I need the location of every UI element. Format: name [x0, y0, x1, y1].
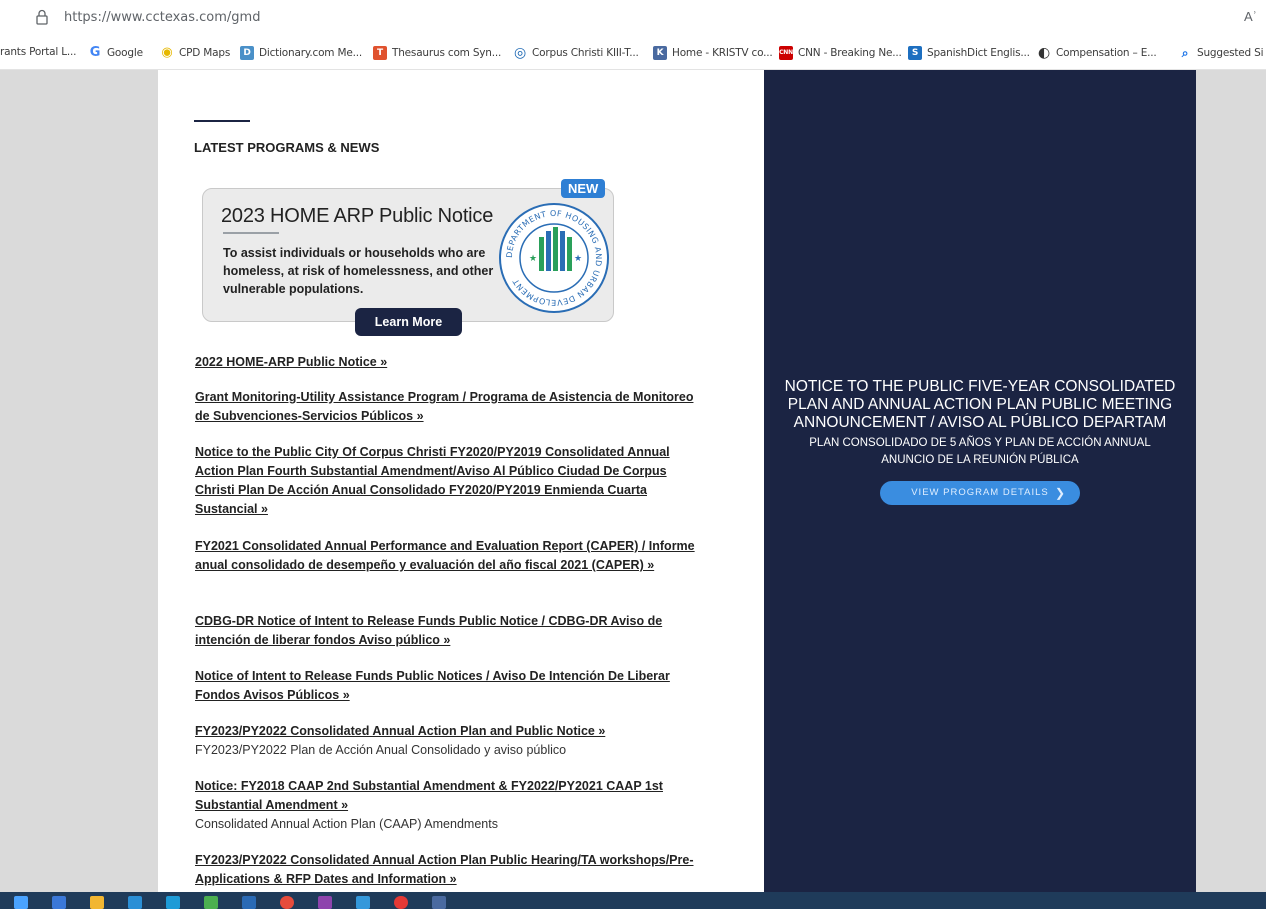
bookmarks-bar: rants Portal L... G Google ◉ CPD Maps D …	[0, 36, 1266, 70]
taskbar	[0, 892, 1266, 909]
card-description: To assist individuals or households who …	[223, 246, 494, 296]
new-badge: NEW	[561, 179, 606, 198]
news-item: FY2023/PY2022 Consolidated Annual Action…	[195, 722, 695, 760]
taskbar-app-icon[interactable]	[432, 896, 446, 909]
news-item: Grant Monitoring-Utility Assistance Prog…	[195, 388, 695, 426]
taskbar-app-icon[interactable]	[394, 896, 408, 909]
news-link[interactable]: FY2023/PY2022 Consolidated Annual Action…	[195, 853, 694, 886]
map-icon: ◉	[161, 45, 173, 60]
bookmark-kristv[interactable]: K Home - KRISTV co...	[653, 46, 773, 60]
news-link[interactable]: FY2021 Consolidated Annual Performance a…	[195, 539, 695, 572]
section-title: LATEST PROGRAMS & NEWS	[194, 140, 380, 155]
bookmark-label: Google	[107, 47, 143, 59]
kiii-icon: ◎	[513, 45, 527, 61]
news-item: Notice to the Public City Of Corpus Chri…	[195, 443, 695, 519]
learn-more-button[interactable]: Learn More	[355, 308, 462, 336]
bookmark-google[interactable]: G Google	[88, 46, 143, 60]
bookmark-label: Thesaurus com Syn...	[392, 47, 502, 59]
address-bar[interactable]: https://www.cctexas.com/gmd Aʾ	[0, 0, 1266, 36]
thesaurus-icon: T	[373, 46, 387, 60]
bookmark-grants-portal[interactable]: rants Portal L...	[0, 46, 77, 58]
bookmark-thesaurus[interactable]: T Thesaurus com Syn...	[373, 46, 501, 60]
news-link[interactable]: FY2023/PY2022 Consolidated Annual Action…	[195, 724, 605, 738]
taskbar-app-icon[interactable]	[128, 896, 142, 909]
search-icon: ⌕	[1181, 46, 1189, 60]
taskbar-app-icon[interactable]	[356, 896, 370, 909]
news-subtitle: Consolidated Annual Action Plan (CAAP) A…	[195, 817, 498, 831]
featured-subline: PLAN CONSOLIDADO DE 5 AÑOS Y PLAN DE ACC…	[809, 437, 1151, 466]
taskbar-app-icon[interactable]	[242, 896, 256, 909]
bookmark-label: Compensation – E...	[1056, 47, 1157, 59]
svg-text:★: ★	[574, 253, 582, 263]
chrome-icon[interactable]	[280, 896, 294, 909]
bookmark-label: Suggested Si	[1197, 47, 1264, 59]
bookmark-suggested-sites[interactable]: ⌕ Suggested Si	[1178, 46, 1264, 60]
bookmark-label: rants Portal L...	[0, 46, 77, 58]
news-item: 2022 HOME-ARP Public Notice »	[195, 353, 695, 372]
svg-text:★: ★	[529, 253, 537, 263]
taskbar-app-icon[interactable]	[166, 896, 180, 909]
bookmark-label: CNN - Breaking Ne...	[798, 47, 902, 59]
card-title: 2023 HOME ARP Public Notice	[221, 205, 494, 227]
news-link[interactable]: 2022 HOME-ARP Public Notice »	[195, 355, 387, 369]
taskbar-app-icon[interactable]	[204, 896, 218, 909]
featured-headline: NOTICE TO THE PUBLIC FIVE-YEAR CONSOLIDA…	[784, 378, 1176, 431]
reader-mode-icon[interactable]: Aʾ	[1244, 9, 1257, 24]
chevron-right-icon: ❯	[1054, 486, 1066, 500]
taskbar-app-icon[interactable]	[318, 896, 332, 909]
news-item: FY2023/PY2022 Consolidated Annual Action…	[195, 851, 695, 889]
cnn-icon: CNN	[779, 46, 793, 60]
view-program-details-button[interactable]: VIEW PROGRAM DETAILS ❯	[880, 481, 1080, 505]
section-divider	[194, 120, 250, 122]
news-item: Notice: FY2018 CAAP 2nd Substantial Amen…	[195, 777, 695, 834]
start-icon[interactable]	[14, 896, 28, 909]
taskbar-app-icon[interactable]	[52, 896, 66, 909]
folder-icon[interactable]	[90, 896, 104, 909]
featured-program-panel: NOTICE TO THE PUBLIC FIVE-YEAR CONSOLIDA…	[764, 70, 1196, 892]
news-link[interactable]: CDBG-DR Notice of Intent to Release Fund…	[195, 614, 662, 647]
dictionary-icon: D	[240, 46, 254, 60]
content-column: LATEST PROGRAMS & NEWS NEW 2023 HOME ARP…	[158, 70, 764, 892]
news-item: Notice of Intent to Release Funds Public…	[195, 667, 695, 705]
google-icon: G	[89, 45, 101, 60]
bookmark-label: CPD Maps	[179, 47, 231, 59]
spanishdict-icon: S	[908, 46, 922, 60]
lock-icon	[36, 9, 48, 25]
bookmark-label: Corpus Christi KIII-T...	[532, 47, 639, 59]
bookmark-label: Home - KRISTV co...	[672, 47, 773, 59]
bookmark-kiii[interactable]: ◎ Corpus Christi KIII-T...	[513, 46, 639, 60]
bookmark-cnn[interactable]: CNN CNN - Breaking Ne...	[779, 46, 902, 60]
card-divider	[223, 232, 279, 234]
news-subtitle: FY2023/PY2022 Plan de Acción Anual Conso…	[195, 743, 567, 757]
hud-seal-icon: DEPARTMENT OF HOUSING AND URBAN DEVELOPM…	[499, 203, 609, 313]
page-viewport[interactable]: LATEST PROGRAMS & NEWS NEW 2023 HOME ARP…	[0, 70, 1266, 892]
bookmark-dictionary[interactable]: D Dictionary.com Me...	[240, 46, 362, 60]
button-label: VIEW PROGRAM DETAILS	[911, 487, 1049, 498]
featured-program: NOTICE TO THE PUBLIC FIVE-YEAR CONSOLIDA…	[764, 378, 1196, 505]
news-link[interactable]: Notice: FY2018 CAAP 2nd Substantial Amen…	[195, 779, 663, 812]
bookmark-spanishdict[interactable]: S SpanishDict Englis...	[908, 46, 1030, 60]
news-link[interactable]: Notice to the Public City Of Corpus Chri…	[195, 445, 670, 516]
bookmark-label: SpanishDict Englis...	[927, 47, 1030, 59]
url-text[interactable]: https://www.cctexas.com/gmd	[64, 10, 260, 25]
bookmark-cpd-maps[interactable]: ◉ CPD Maps	[160, 46, 230, 60]
news-item: FY2021 Consolidated Annual Performance a…	[195, 537, 695, 575]
news-link[interactable]: Notice of Intent to Release Funds Public…	[195, 669, 670, 702]
bookmark-label: Dictionary.com Me...	[259, 47, 362, 59]
news-link[interactable]: Grant Monitoring-Utility Assistance Prog…	[195, 390, 693, 423]
bookmark-compensation[interactable]: ◐ Compensation – E...	[1037, 46, 1157, 60]
news-item: CDBG-DR Notice of Intent to Release Fund…	[195, 612, 695, 650]
kristv-icon: K	[653, 46, 667, 60]
compensation-icon: ◐	[1037, 45, 1051, 61]
home-arp-promo-card[interactable]: NEW 2023 HOME ARP Public Notice To assis…	[202, 179, 614, 336]
